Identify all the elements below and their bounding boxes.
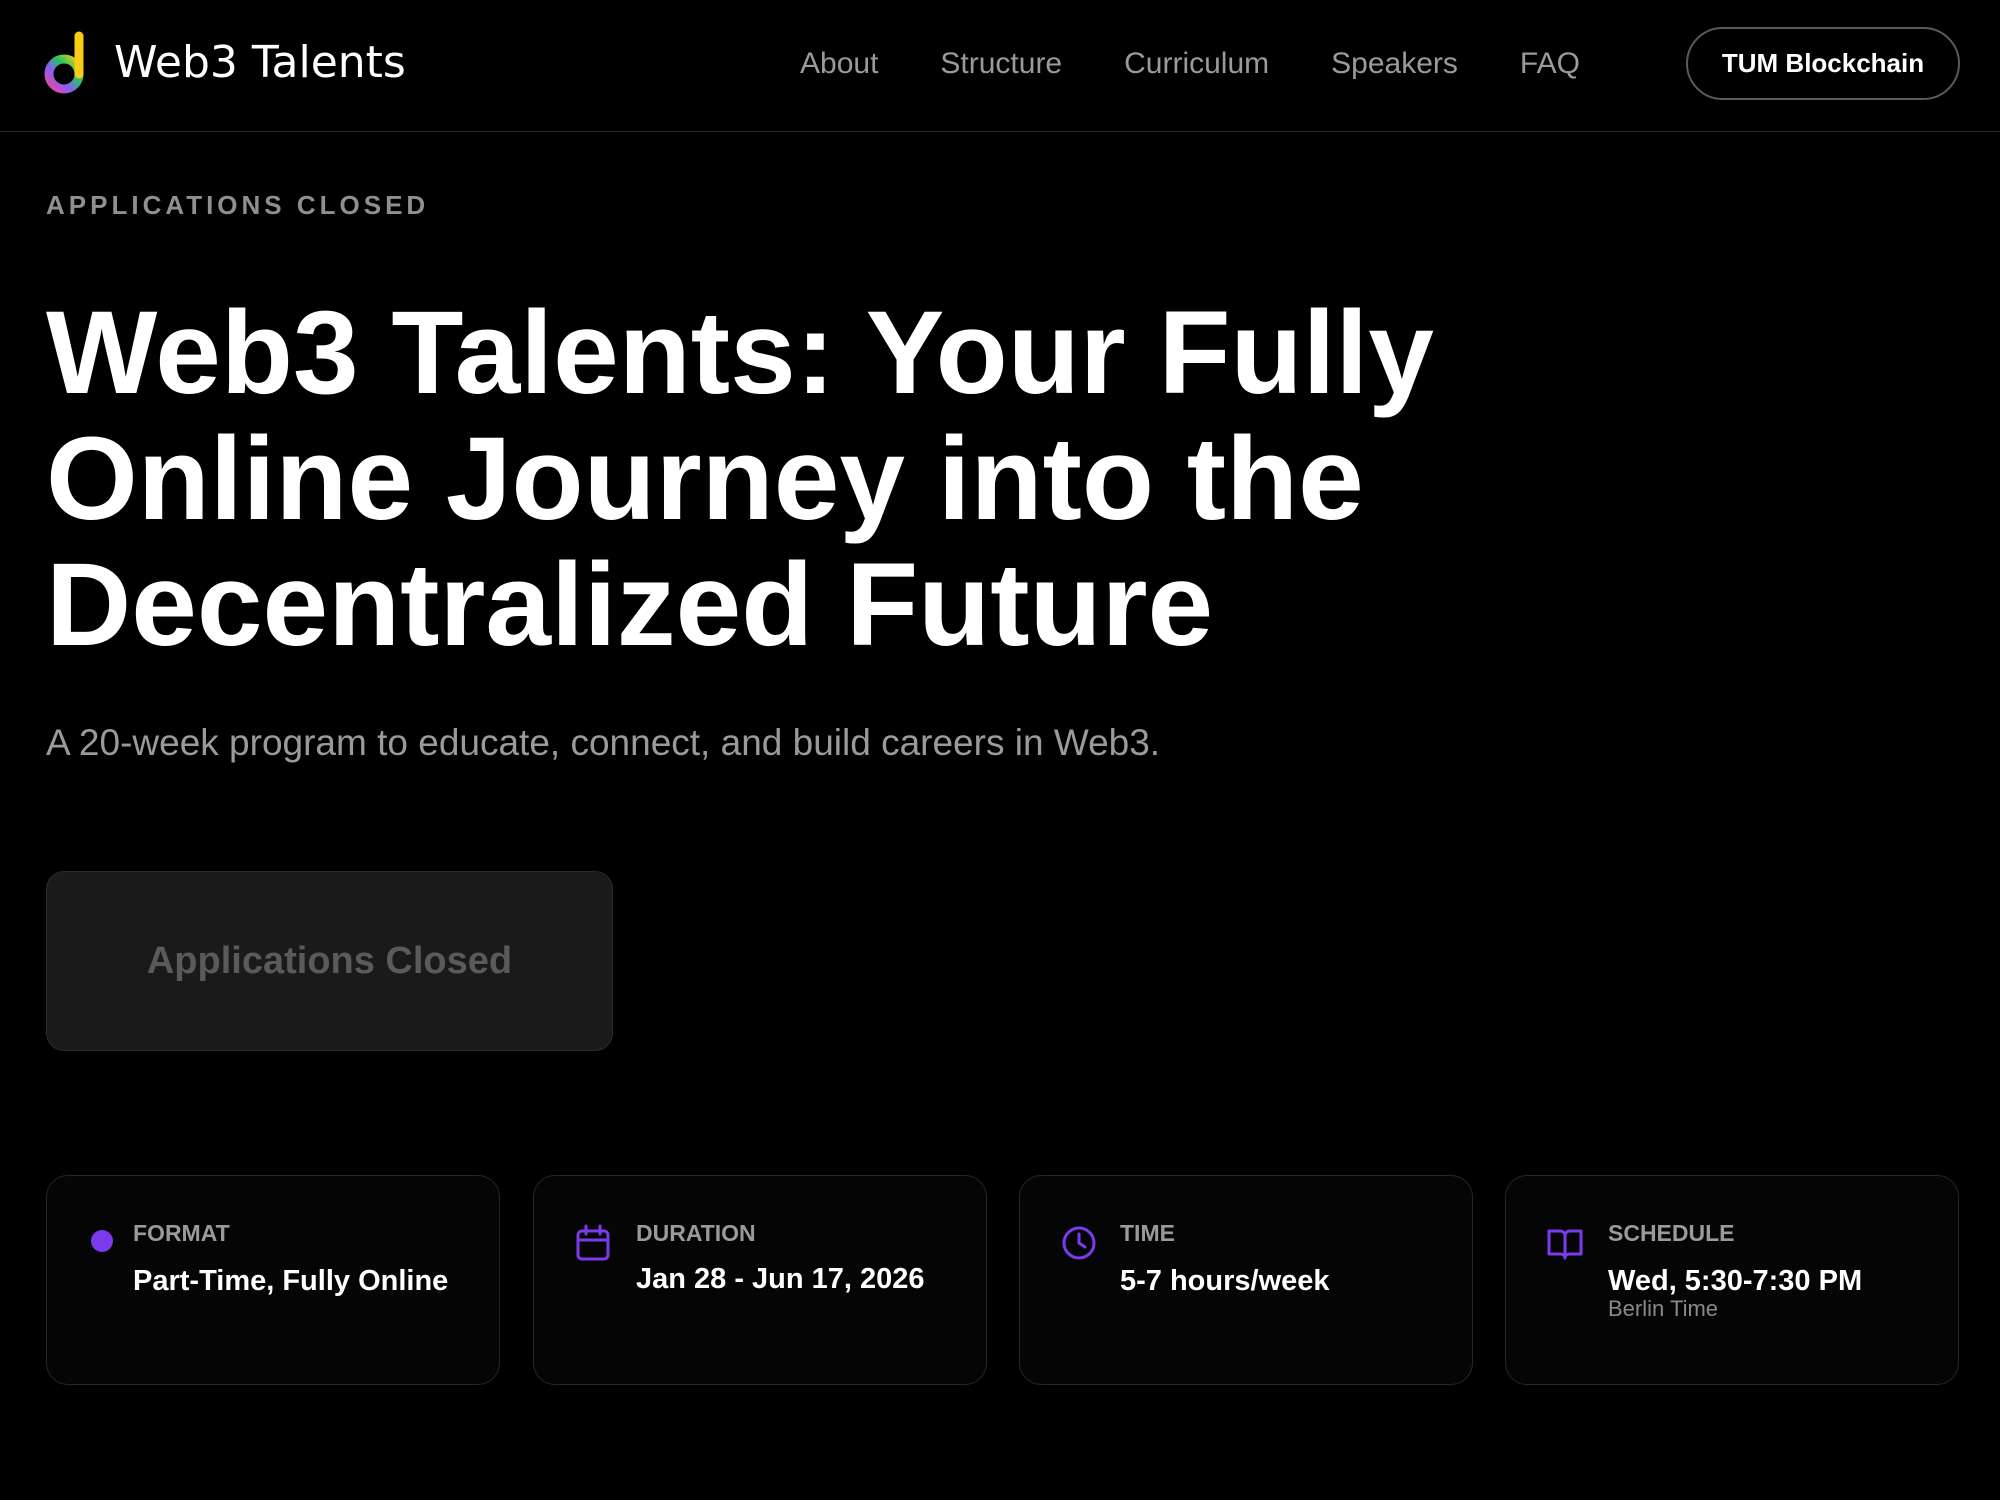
applications-closed-button[interactable]: Applications Closed <box>46 871 613 1051</box>
tum-blockchain-button[interactable]: TUM Blockchain <box>1686 27 1960 100</box>
brand-logo-link[interactable]: Web3 Talents <box>44 30 406 94</box>
card-note-schedule: Berlin Time <box>1608 1296 1719 1321</box>
brand-name: Web3 Talents <box>114 36 406 88</box>
nav-item-speakers[interactable]: Speakers <box>1331 47 1458 81</box>
brand-logo-icon <box>44 31 84 94</box>
main-nav: About Structure Curriculum Speakers FAQ <box>800 40 1580 88</box>
nav-item-curriculum[interactable]: Curriculum <box>1124 47 1269 81</box>
page-title: Web3 Talents: Your Fully Online Journey … <box>46 287 1434 671</box>
card-value-duration: Jan 28 - Jun 17, 2026 <box>636 1263 925 1295</box>
duration-card: DURATION Jan 28 - Jun 17, 2026 <box>533 1175 987 1385</box>
format-card: FORMAT Part-Time, Fully Online <box>46 1175 500 1385</box>
book-icon <box>1547 1229 1583 1260</box>
card-value-format: Part-Time, Fully Online <box>133 1265 449 1297</box>
page-subtitle: A 20-week program to educate, connect, a… <box>46 722 1161 763</box>
card-value-time: 5-7 hours/week <box>1120 1265 1330 1297</box>
card-label-duration: DURATION <box>636 1220 756 1246</box>
applications-status-label: APPLICATIONS CLOSED <box>46 190 430 220</box>
nav-item-about[interactable]: About <box>800 47 878 81</box>
card-label-time: TIME <box>1120 1220 1175 1246</box>
dot-icon <box>91 1230 113 1252</box>
card-label-format: FORMAT <box>133 1220 230 1246</box>
nav-item-structure[interactable]: Structure <box>940 47 1062 81</box>
clock-icon <box>1062 1226 1096 1260</box>
schedule-card: SCHEDULE Wed, 5:30-7:30 PM Berlin Time <box>1505 1175 1959 1385</box>
site-header: Web3 Talents About Structure Curriculum … <box>0 0 2000 132</box>
time-card: TIME 5-7 hours/week <box>1019 1175 1473 1385</box>
card-label-schedule: SCHEDULE <box>1608 1220 1735 1246</box>
calendar-icon <box>576 1224 610 1261</box>
nav-item-faq[interactable]: FAQ <box>1520 47 1580 81</box>
